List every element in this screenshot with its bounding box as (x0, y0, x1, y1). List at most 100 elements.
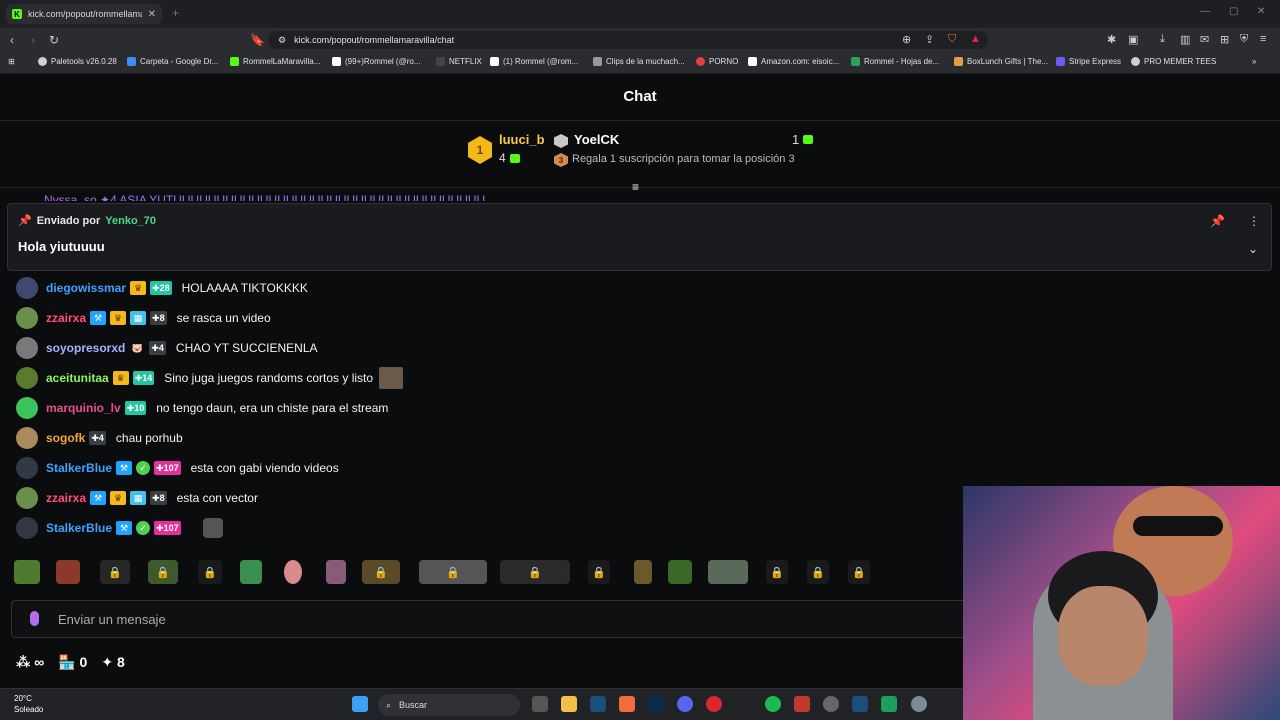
settings-icon[interactable] (911, 696, 927, 712)
avatar[interactable] (16, 397, 38, 419)
username[interactable]: soyopresorxd (46, 341, 125, 355)
vpn-icon[interactable]: ⛨ (1240, 33, 1248, 46)
avatar[interactable] (16, 277, 38, 299)
wallet-icon[interactable]: ▣ (1128, 33, 1138, 46)
bookmark-item[interactable]: Clips de la muchach... (593, 57, 685, 66)
store-balance[interactable]: 🏪 0 (58, 654, 87, 671)
chat-message[interactable]: StalkerBlue ⚒ ✓ ✚107 esta con gabi viendo vi… (16, 456, 339, 480)
discord-icon[interactable] (677, 696, 693, 712)
emote[interactable] (56, 560, 80, 584)
bookmark-item[interactable]: RommelLaMaravilla... (230, 57, 320, 66)
download-icon[interactable]: ⤓ (1160, 33, 1165, 46)
locked-emote-icon[interactable]: 🔒 (848, 560, 870, 584)
forward-icon[interactable]: › (31, 33, 35, 47)
emote[interactable] (284, 560, 302, 584)
bookmark-icon[interactable]: 🔖 (250, 33, 265, 47)
bookmark-item[interactable]: Stripe Express (1056, 57, 1121, 66)
spotify-icon[interactable] (765, 696, 781, 712)
username[interactable]: marquinio_lv (46, 401, 121, 415)
locked-emote-icon[interactable]: 🔒 (588, 560, 610, 584)
username[interactable]: StalkerBlue (46, 461, 112, 475)
points-balance[interactable]: ✦ 8 (101, 654, 124, 671)
sidebar-icon[interactable]: ▥ (1180, 33, 1190, 46)
username[interactable]: zzairxa (46, 491, 86, 505)
locked-emote-icon[interactable]: 🔒 (500, 560, 570, 584)
leader-1-name[interactable]: luuci_b (499, 132, 545, 147)
chat-message[interactable]: aceitunitaa ♛ ✚14 Sino juga juegos randoms … (16, 366, 404, 390)
avatar[interactable] (16, 457, 38, 479)
locked-emote-icon[interactable]: 🔒 (766, 560, 788, 584)
username[interactable]: StalkerBlue (46, 521, 112, 535)
taskbar-search[interactable]: ⌕ Buscar (378, 694, 520, 716)
avatar[interactable] (16, 517, 38, 539)
bookmark-item[interactable]: Paletools v26.0.28 (38, 57, 117, 66)
emote[interactable] (708, 560, 748, 584)
bookmark-item[interactable]: NETFLIX (436, 57, 482, 66)
message-input[interactable]: Enviar un mensaje (11, 600, 971, 638)
locked-emote-icon[interactable]: 🔒 (198, 560, 222, 584)
extensions-icon[interactable]: ✱ (1107, 33, 1116, 46)
bookmark-item[interactable]: PORNO (696, 57, 738, 66)
task-view-icon[interactable] (532, 696, 548, 712)
url-field[interactable]: ⚙ kick.com/popout/rommellamaravilla/chat (268, 31, 988, 49)
minimize-icon[interactable]: — (1200, 6, 1210, 17)
avatar[interactable] (16, 487, 38, 509)
maximize-icon[interactable]: ▢ (1229, 6, 1238, 17)
username[interactable]: diegowissmar (46, 281, 126, 295)
app2-icon[interactable] (881, 696, 897, 712)
share-icon[interactable]: ⇪ (925, 33, 934, 46)
chat-message[interactable]: sogofk ✚4 chau porhub (16, 426, 183, 450)
steam2-icon[interactable] (852, 696, 868, 712)
back-icon[interactable]: ‹ (10, 33, 14, 47)
emote[interactable] (240, 560, 262, 584)
browser-tab[interactable]: K kick.com/popout/rommellamara ✕ (6, 4, 162, 24)
chat-message[interactable]: soyopresorxd 🐷 ✚4 CHAO YT SUCCIENENLA (16, 336, 318, 360)
emote[interactable] (326, 560, 346, 584)
opera-icon[interactable] (706, 696, 722, 712)
close-window-icon[interactable]: ✕ (1257, 6, 1265, 17)
locked-emote-icon[interactable]: 🔒 (362, 560, 400, 584)
steam-icon[interactable] (590, 696, 606, 712)
username[interactable]: zzairxa (46, 311, 86, 325)
bookmark-item[interactable]: BoxLunch Gifts | The... (954, 57, 1048, 66)
locked-emote-icon[interactable]: 🔒 (807, 560, 829, 584)
kicks-balance[interactable]: ⁂ ∞ (16, 654, 44, 671)
chat-message[interactable]: zzairxa ⚒ ♛ ▦ ✚8 esta con vector (16, 486, 258, 510)
bookmark-item[interactable]: (1) Rommel (@rom... (490, 57, 578, 66)
apps-icon[interactable]: ⊞ (8, 57, 15, 66)
emote[interactable] (14, 560, 40, 584)
avatar[interactable] (16, 427, 38, 449)
photoshop-icon[interactable] (648, 696, 664, 712)
avatar[interactable] (16, 307, 38, 329)
more-options-icon[interactable]: ⋮ (1248, 214, 1260, 228)
app-icon[interactable] (823, 696, 839, 712)
leader-3-prompt[interactable]: Regala 1 suscripción para tomar la posic… (572, 153, 795, 165)
emote[interactable] (668, 560, 692, 584)
close-tab-icon[interactable]: ✕ (148, 9, 156, 20)
locked-emote-icon[interactable]: 🔒 (419, 560, 487, 584)
locked-emote-icon[interactable]: 🔒 (100, 560, 130, 584)
reload-icon[interactable]: ↻ (49, 33, 59, 47)
bookmark-item[interactable]: (99+)Rommel (@ro... (332, 57, 420, 66)
leader-2-name[interactable]: YoelCK (574, 132, 619, 147)
avatar[interactable] (16, 367, 38, 389)
bookmark-item[interactable]: PRO MEMER TEES (1131, 57, 1216, 66)
username[interactable]: sogofk (46, 431, 85, 445)
menu-icon[interactable]: ≡ (1260, 33, 1266, 45)
chat-message[interactable]: zzairxa ⚒ ♛ ▦ ✚8 se rasca un video (16, 306, 271, 330)
chevron-down-icon[interactable]: ⌄ (1248, 242, 1258, 256)
weather-widget[interactable]: 20°C Soleado (14, 693, 43, 715)
brave-shield-icon[interactable]: ⛉ (948, 33, 956, 46)
microphone-icon[interactable] (30, 611, 39, 626)
bookmark-item[interactable]: Rommel - Hojas de... (851, 57, 939, 66)
emote[interactable] (634, 560, 652, 584)
new-tab-icon[interactable]: + (172, 6, 179, 20)
bookmark-item[interactable]: Carpeta - Google Dr... (127, 57, 218, 66)
brave-icon[interactable] (619, 696, 635, 712)
username[interactable]: aceitunitaa (46, 371, 109, 385)
avatar[interactable] (16, 337, 38, 359)
file-explorer-icon[interactable] (561, 696, 577, 712)
locked-emote-icon[interactable]: 🔒 (148, 560, 178, 584)
brave-rewards-icon[interactable]: ▲ (970, 33, 981, 45)
chat-message[interactable]: marquinio_lv ✚10 no tengo daun, era un chi… (16, 396, 388, 420)
